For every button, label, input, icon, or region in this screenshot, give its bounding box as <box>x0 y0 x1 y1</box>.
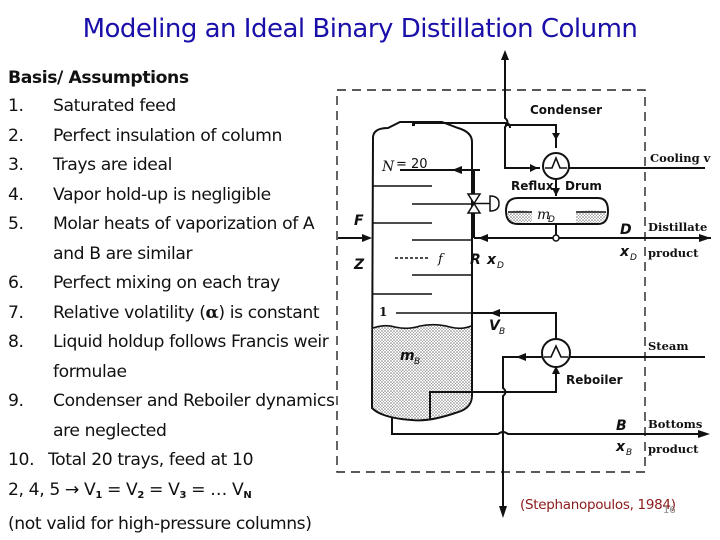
cooling-water-label: Cooling v <box>650 151 711 165</box>
tray-1-label: 1 <box>379 305 387 319</box>
feed-F-label: F <box>354 213 364 229</box>
arrow-up-icon <box>501 50 509 60</box>
reflux-line <box>400 169 475 198</box>
feed-tray-label: f <box>437 252 445 267</box>
arrow-left-icon <box>530 164 538 172</box>
boilup-V-sub: B <box>499 327 505 337</box>
arrow-left-icon <box>452 166 462 174</box>
condenser-label: Condenser <box>530 103 602 117</box>
reflux-x-label: x <box>486 252 497 268</box>
bottoms-m-label: m <box>400 348 415 364</box>
reflux-x-sub: D <box>497 261 504 271</box>
bottoms-B-label: B <box>616 418 627 434</box>
distillate-product-label: product <box>648 246 699 260</box>
condenser <box>542 152 570 180</box>
n-value: = 20 <box>396 157 428 172</box>
arrow-right-icon <box>362 234 372 242</box>
reflux-drum <box>504 197 610 225</box>
page-number: 16 <box>663 505 676 516</box>
vapor-overhead-line <box>412 122 557 148</box>
feed-Z-label: Z <box>353 257 365 273</box>
reflux-R-label: R <box>470 252 481 268</box>
distillation-column-diagram: Condenser Reflux Drum Cooling v N = 20 F… <box>336 50 711 518</box>
arrow-left-icon <box>516 353 526 361</box>
reflux-label: Reflux <box>511 179 554 193</box>
bottoms-m-sub: B <box>414 357 420 367</box>
arrow-left-icon <box>490 309 500 317</box>
reboiler <box>541 338 571 368</box>
distillate-label: Distillate <box>648 220 707 234</box>
reboiler-label: Reboiler <box>566 373 623 387</box>
n-label: N <box>381 159 395 175</box>
bottoms-x-sub: B <box>626 448 632 458</box>
arrow-down-icon <box>499 506 507 518</box>
distillate-x-sub: D <box>630 253 637 263</box>
boilup-line <box>473 312 557 338</box>
arrow-left-icon <box>478 234 488 242</box>
drum-label: Drum <box>565 179 602 193</box>
bottoms-x-label: x <box>615 439 626 455</box>
citation: (Stephanopoulos, 1984) <box>520 497 676 513</box>
drum-m-sub: D <box>548 215 555 225</box>
distillate-D-label: D <box>620 222 632 238</box>
bottoms-product-label: product <box>648 442 699 456</box>
trays <box>372 185 472 314</box>
arrow-right-icon <box>699 234 711 242</box>
distillate-x-label: x <box>619 244 630 260</box>
arrow-down-icon <box>552 133 560 140</box>
steam-label: Steam <box>648 339 689 353</box>
splitter-node <box>552 234 560 242</box>
arrow-right-icon <box>698 430 710 438</box>
bottoms-label: Bottoms <box>648 417 702 431</box>
